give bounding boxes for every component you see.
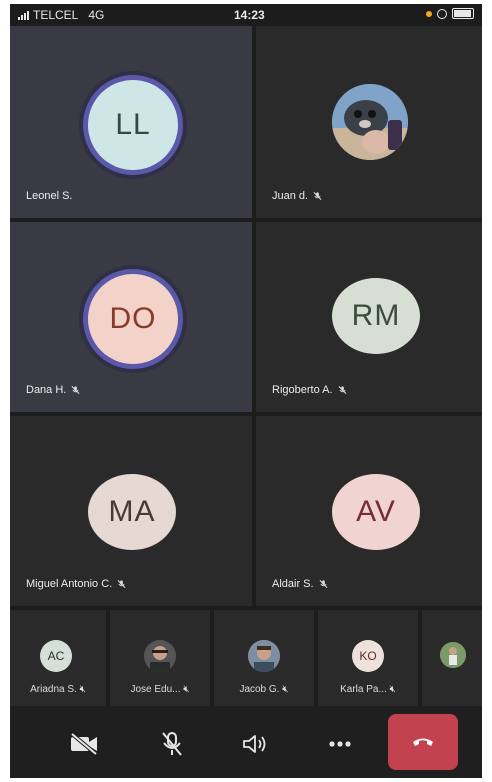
participant-tile-leonel[interactable]: LL Leonel S. (10, 26, 252, 218)
participant-tile-juan[interactable]: Juan d. (256, 26, 482, 218)
carrier-label: TELCEL (33, 8, 79, 22)
call-controls (10, 706, 482, 778)
muted-icon: 🔇︎ (389, 684, 396, 695)
muted-icon: 🔇︎ (79, 684, 86, 695)
participant-name: Ariadna S. 🔇︎ (30, 684, 86, 695)
profile-photo (248, 640, 280, 672)
avatar: AV (332, 474, 420, 550)
photo-avatar (248, 640, 280, 672)
mic-toggle-button[interactable] (152, 724, 192, 764)
participant-name: Leonel S. (26, 190, 73, 202)
avatar: MA (88, 474, 176, 550)
strip-participant-jacob[interactable]: Jacob G. 🔇︎ (214, 610, 314, 706)
muted-icon (71, 386, 80, 394)
profile-photo (332, 84, 408, 160)
network-label: 4G (88, 8, 105, 22)
strip-participant-jose[interactable]: Jose Edu... 🔇︎ (110, 610, 210, 706)
participant-name: Jacob G. 🔇︎ (239, 684, 289, 695)
hangup-icon (413, 738, 433, 746)
strip-participant-ariadna[interactable]: AC Ariadna S. 🔇︎ (10, 610, 106, 706)
camera-off-icon (70, 733, 98, 755)
strip-participant-karla[interactable]: KO Karla Pa... 🔇︎ (318, 610, 418, 706)
participant-name: Aldair S. (272, 578, 328, 590)
signal-icon (18, 10, 29, 20)
status-bar: TELCEL 4G 14:23 (10, 4, 482, 26)
avatar: DO (88, 274, 178, 364)
participant-name: Karla Pa... 🔇︎ (340, 684, 396, 695)
muted-icon (319, 580, 328, 588)
end-call-button[interactable] (388, 714, 458, 770)
muted-icon: 🔇︎ (282, 684, 289, 695)
mic-in-use-indicator (426, 10, 432, 17)
strip-participant-more[interactable] (422, 610, 482, 706)
participant-tile-aldair[interactable]: AV Aldair S. (256, 416, 482, 606)
participant-tile-dana[interactable]: DO Dana H. (10, 222, 252, 412)
participant-strip[interactable]: AC Ariadna S. 🔇︎ Jose Edu... 🔇︎ Jacob G.… (10, 610, 482, 706)
participant-tile-rigoberto[interactable]: RM Rigoberto A. (256, 222, 482, 412)
clock: 14:23 (234, 8, 265, 22)
avatar: RM (332, 278, 420, 354)
participant-name: Rigoberto A. (272, 384, 347, 396)
speaker-button[interactable] (236, 724, 276, 764)
photo-avatar (144, 640, 176, 672)
participant-name: Dana H. (26, 384, 80, 396)
muted-icon: 🔇︎ (183, 684, 190, 695)
avatar: LL (88, 80, 178, 170)
muted-icon (117, 580, 126, 588)
photo-avatar (440, 642, 466, 668)
more-options-button[interactable] (320, 724, 360, 764)
participant-tile-miguel[interactable]: MA Miguel Antonio C. (10, 416, 252, 606)
avatar: AC (40, 640, 72, 672)
participant-name: Miguel Antonio C. (26, 578, 126, 590)
alarm-icon (437, 8, 447, 19)
more-icon (329, 741, 351, 747)
camera-toggle-button[interactable] (64, 724, 104, 764)
mic-off-icon (162, 732, 182, 756)
profile-photo (440, 642, 466, 668)
battery-icon (452, 8, 474, 19)
participant-name: Juan d. (272, 190, 322, 202)
photo-avatar (332, 84, 408, 160)
call-screen: TELCEL 4G 14:23 LL Leonel S. Juan d. DO … (10, 4, 482, 778)
speaker-icon (243, 735, 266, 753)
participant-name: Jose Edu... 🔇︎ (130, 684, 190, 695)
muted-icon (338, 386, 347, 394)
avatar: KO (352, 640, 384, 672)
muted-icon (313, 192, 322, 200)
profile-photo (144, 640, 176, 672)
